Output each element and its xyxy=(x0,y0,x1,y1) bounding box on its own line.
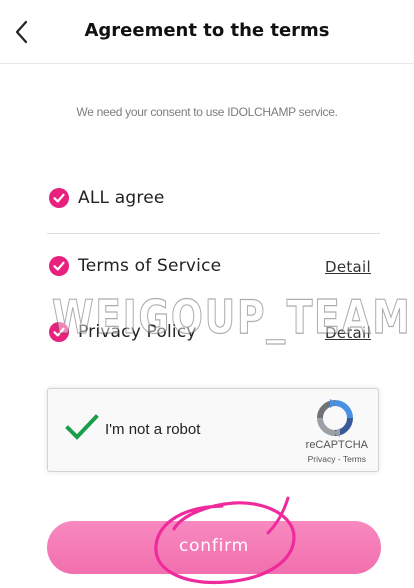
recaptcha-widget: I'm not a robot reCAPTCHA Privacy - Term… xyxy=(47,388,379,472)
checked-circle-icon[interactable] xyxy=(49,256,69,276)
green-checkmark-icon[interactable] xyxy=(65,413,99,443)
recaptcha-label: I'm not a robot xyxy=(105,421,201,438)
privacy-policy-row[interactable]: Privacy Policy Detail xyxy=(49,321,379,345)
confirm-button[interactable]: confirm xyxy=(47,521,381,574)
page-title: Agreement to the terms xyxy=(84,20,330,41)
recaptcha-links: Privacy - Terms xyxy=(308,454,366,464)
checked-circle-icon[interactable] xyxy=(49,322,69,342)
terms-detail-link[interactable]: Detail xyxy=(325,258,371,276)
privacy-policy-label: Privacy Policy xyxy=(78,322,197,342)
divider xyxy=(47,233,380,234)
recaptcha-privacy-link[interactable]: Privacy xyxy=(308,454,336,464)
confirm-label: confirm xyxy=(178,536,250,556)
consent-message: We need your consent to use IDOLCHAMP se… xyxy=(76,105,338,119)
recaptcha-brand: reCAPTCHA xyxy=(305,439,368,451)
recaptcha-link-separator: - xyxy=(335,454,343,464)
top-bar: Agreement to the terms xyxy=(0,0,414,64)
recaptcha-logo-icon xyxy=(317,399,353,437)
all-agree-row[interactable]: ALL agree xyxy=(49,187,379,211)
recaptcha-terms-link[interactable]: Terms xyxy=(343,454,366,464)
checked-circle-icon[interactable] xyxy=(49,188,69,208)
terms-of-service-row[interactable]: Terms of Service Detail xyxy=(49,255,379,279)
privacy-detail-link[interactable]: Detail xyxy=(325,324,371,342)
terms-of-service-label: Terms of Service xyxy=(78,256,222,276)
all-agree-label: ALL agree xyxy=(78,188,165,208)
